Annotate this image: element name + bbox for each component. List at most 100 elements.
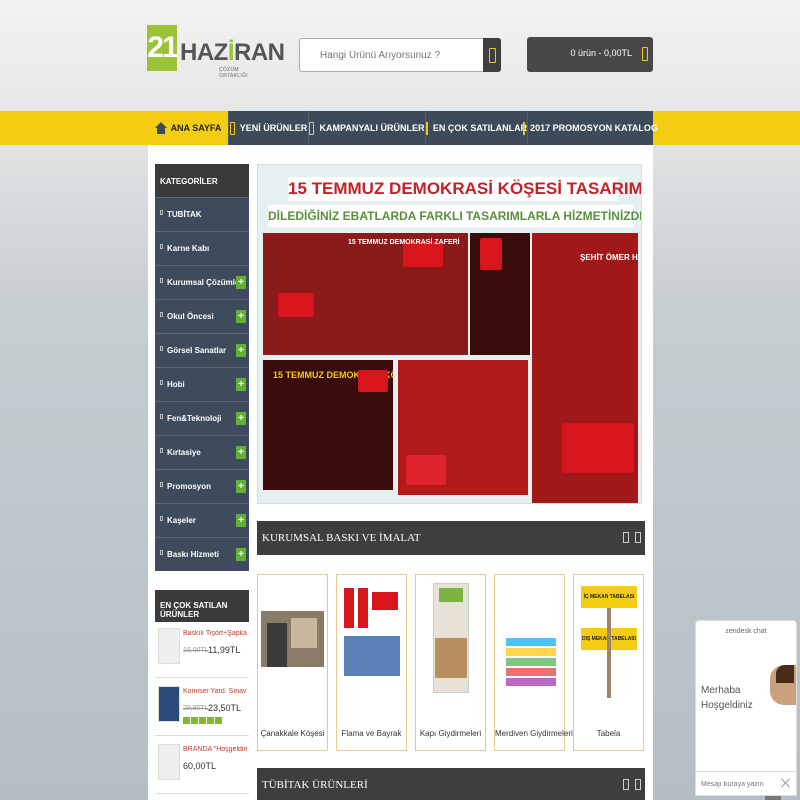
nav-item-label: ANA SAYFA	[170, 123, 222, 133]
category-label: Görsel Sanatlar	[167, 346, 227, 355]
star-icon	[207, 717, 214, 724]
close-icon[interactable]	[780, 777, 792, 789]
bullet-icon	[160, 550, 163, 555]
category-item-promotion[interactable]: Promosyon +	[155, 469, 249, 503]
star-icon	[191, 717, 198, 724]
expand-button[interactable]: +	[236, 412, 246, 425]
banner-panel: 15 TEMMUZ DEMOKRASİ KÖŞESİ	[263, 360, 393, 490]
category-item-tubitak[interactable]: TUBİTAK	[155, 197, 249, 231]
bullet-icon	[160, 414, 163, 419]
next-arrow-icon[interactable]	[635, 779, 641, 790]
banner-title: 15 TEMMUZ DEMOKRASİ KÖŞESİ TASARIMLARI	[288, 177, 641, 201]
section-header-tubitak: TÜBİTAK ÜRÜNLERİ	[257, 768, 645, 800]
banner-panel: ŞEHİT ÖMER HALİSDEMİR	[532, 233, 638, 503]
expand-button[interactable]: +	[236, 480, 246, 493]
home-icon	[154, 122, 167, 134]
nav-item-catalog[interactable]: 2017 PROMOSYON KATALOG	[523, 111, 658, 145]
product-image[interactable]	[498, 578, 561, 698]
bar-icon	[425, 121, 428, 135]
site-logo[interactable]: 21 HAZİRAN ÇÖZÜM ORTAKLIĞI	[147, 25, 285, 83]
categories-title: KATEGORİLER	[155, 164, 249, 197]
nav-item-home[interactable]: ANA SAYFA	[148, 111, 229, 145]
next-arrow-icon[interactable]	[635, 532, 641, 543]
bar-icon	[309, 121, 315, 135]
product-card[interactable]: Flama ve Bayrak	[336, 574, 407, 751]
search-button[interactable]	[483, 38, 501, 72]
category-item-stamps[interactable]: Kaşeler +	[155, 503, 249, 537]
bullet-icon	[160, 516, 163, 521]
product-image[interactable]	[419, 578, 482, 698]
flag-image	[278, 293, 314, 317]
category-label: Promosyon	[167, 482, 212, 491]
expand-button[interactable]: +	[236, 446, 246, 459]
category-item-stationery[interactable]: Kırtasiye +	[155, 435, 249, 469]
cart-icon	[642, 47, 648, 61]
nav-item-new-products[interactable]: YENİ ÜRÜNLER	[229, 111, 309, 145]
banner-panel	[398, 360, 528, 495]
product-thumbnail[interactable]	[158, 628, 180, 664]
category-item-report-card-cover[interactable]: Karne Kabı	[155, 231, 249, 265]
nav-item-label: EN ÇOK SATILANLAR	[432, 123, 528, 133]
category-label: Fen&Teknoloji	[167, 414, 222, 423]
category-label: Baskı Hizmeti	[167, 550, 220, 559]
product-card[interactable]: Merdiven Giydirmeleri	[494, 574, 573, 751]
expand-button[interactable]: +	[236, 276, 246, 289]
product-thumbnail[interactable]	[158, 744, 180, 780]
category-item-visual-arts[interactable]: Görsel Sanatlar +	[155, 333, 249, 367]
chat-widget[interactable]: zendesk chat Merhaba Hoşgeldiniz	[695, 620, 797, 796]
expand-button[interactable]: +	[236, 344, 246, 357]
old-price: 15,00TL	[183, 647, 209, 654]
category-item-corporate[interactable]: Kurumsal Çözümler +	[155, 265, 249, 299]
category-item-preschool[interactable]: Okul Öncesi +	[155, 299, 249, 333]
category-menu: KATEGORİLER TUBİTAK Karne Kabı Kurumsal …	[155, 164, 249, 571]
expand-button[interactable]: +	[236, 548, 246, 561]
expand-button[interactable]: +	[236, 378, 246, 391]
category-item-print-service[interactable]: Baskı Hizmeti +	[155, 537, 249, 571]
bestseller-title[interactable]: Komiser Yard. Sınav Ki...	[183, 688, 247, 695]
product-card[interactable]: İÇ MEKAN TABELASI DIŞ MEKAN TABELASI Tab…	[573, 574, 644, 751]
category-label: Karne Kabı	[167, 244, 210, 253]
agent-avatar	[770, 665, 796, 705]
panel-caption: ŞEHİT ÖMER HALİSDEMİR	[580, 253, 638, 262]
section-title: KURUMSAL BASKI VE İMALAT	[262, 532, 421, 544]
product-image[interactable]	[261, 578, 324, 698]
product-image[interactable]: İÇ MEKAN TABELASI DIŞ MEKAN TABELASI	[577, 578, 640, 698]
price: 11,99TL	[208, 645, 241, 655]
category-item-science-tech[interactable]: Fen&Teknoloji +	[155, 401, 249, 435]
expand-button[interactable]: +	[236, 514, 246, 527]
category-label: TUBİTAK	[167, 210, 202, 219]
bestsellers-title: EN ÇOK SATILAN ÜRÜNLER	[155, 590, 249, 622]
logo-name-end: RAN	[234, 39, 285, 66]
product-thumbnail[interactable]	[158, 686, 180, 722]
product-card[interactable]: Çanakkale Köşesi	[257, 574, 328, 751]
bullet-icon	[160, 210, 163, 215]
carousel-controls	[623, 532, 641, 543]
sign-text-indoor: İÇ MEKAN TABELASI	[581, 586, 637, 608]
nav-item-bestsellers[interactable]: EN ÇOK SATILANLAR	[425, 111, 528, 145]
chat-minimize-bar[interactable]	[765, 796, 781, 800]
product-label: Flama ve Bayrak	[341, 729, 402, 738]
product-label: Çanakkale Köşesi	[260, 729, 325, 738]
bestseller-item[interactable]: Baskılı Tişört+Şapka Seti 15,00TL 11,99T…	[155, 624, 249, 678]
cart-button[interactable]: 0 ürün - 0,00TL	[527, 37, 653, 72]
product-card[interactable]: Kapı Giydirmeleri	[415, 574, 486, 751]
banner-panel: 15 TEMMUZ DEMOKRASİ ZAFERİ	[263, 233, 468, 355]
nav-item-campaigns[interactable]: KAMPANYALI ÜRÜNLER	[309, 111, 426, 145]
prev-arrow-icon[interactable]	[623, 779, 629, 790]
greeting-line: Hoşgeldiniz	[701, 700, 753, 711]
category-item-hobby[interactable]: Hobi +	[155, 367, 249, 401]
flag-image	[562, 423, 634, 473]
bestseller-title[interactable]: Baskılı Tişört+Şapka Seti	[183, 630, 247, 637]
old-price: 29,90TL	[183, 705, 209, 712]
bestseller-item[interactable]: Komiser Yard. Sınav Ki... 29,90TL 23,50T…	[155, 682, 249, 736]
category-label: Kırtasiye	[167, 448, 201, 457]
expand-button[interactable]: +	[236, 310, 246, 323]
search-input[interactable]	[300, 39, 484, 71]
bar-icon	[523, 121, 526, 135]
bestseller-item[interactable]: BRANDA "Hoşgeldiniz ... 60,00TL	[155, 740, 249, 794]
banner-subtitle: DİLEDİĞİNİZ EBATLARDA FARKLI TASARIMLARL…	[268, 205, 641, 227]
hero-banner[interactable]: 15 TEMMUZ DEMOKRASİ KÖŞESİ TASARIMLARI D…	[257, 164, 642, 504]
prev-arrow-icon[interactable]	[623, 532, 629, 543]
bestseller-title[interactable]: BRANDA "Hoşgeldiniz ...	[183, 746, 247, 753]
product-image[interactable]	[340, 578, 403, 698]
